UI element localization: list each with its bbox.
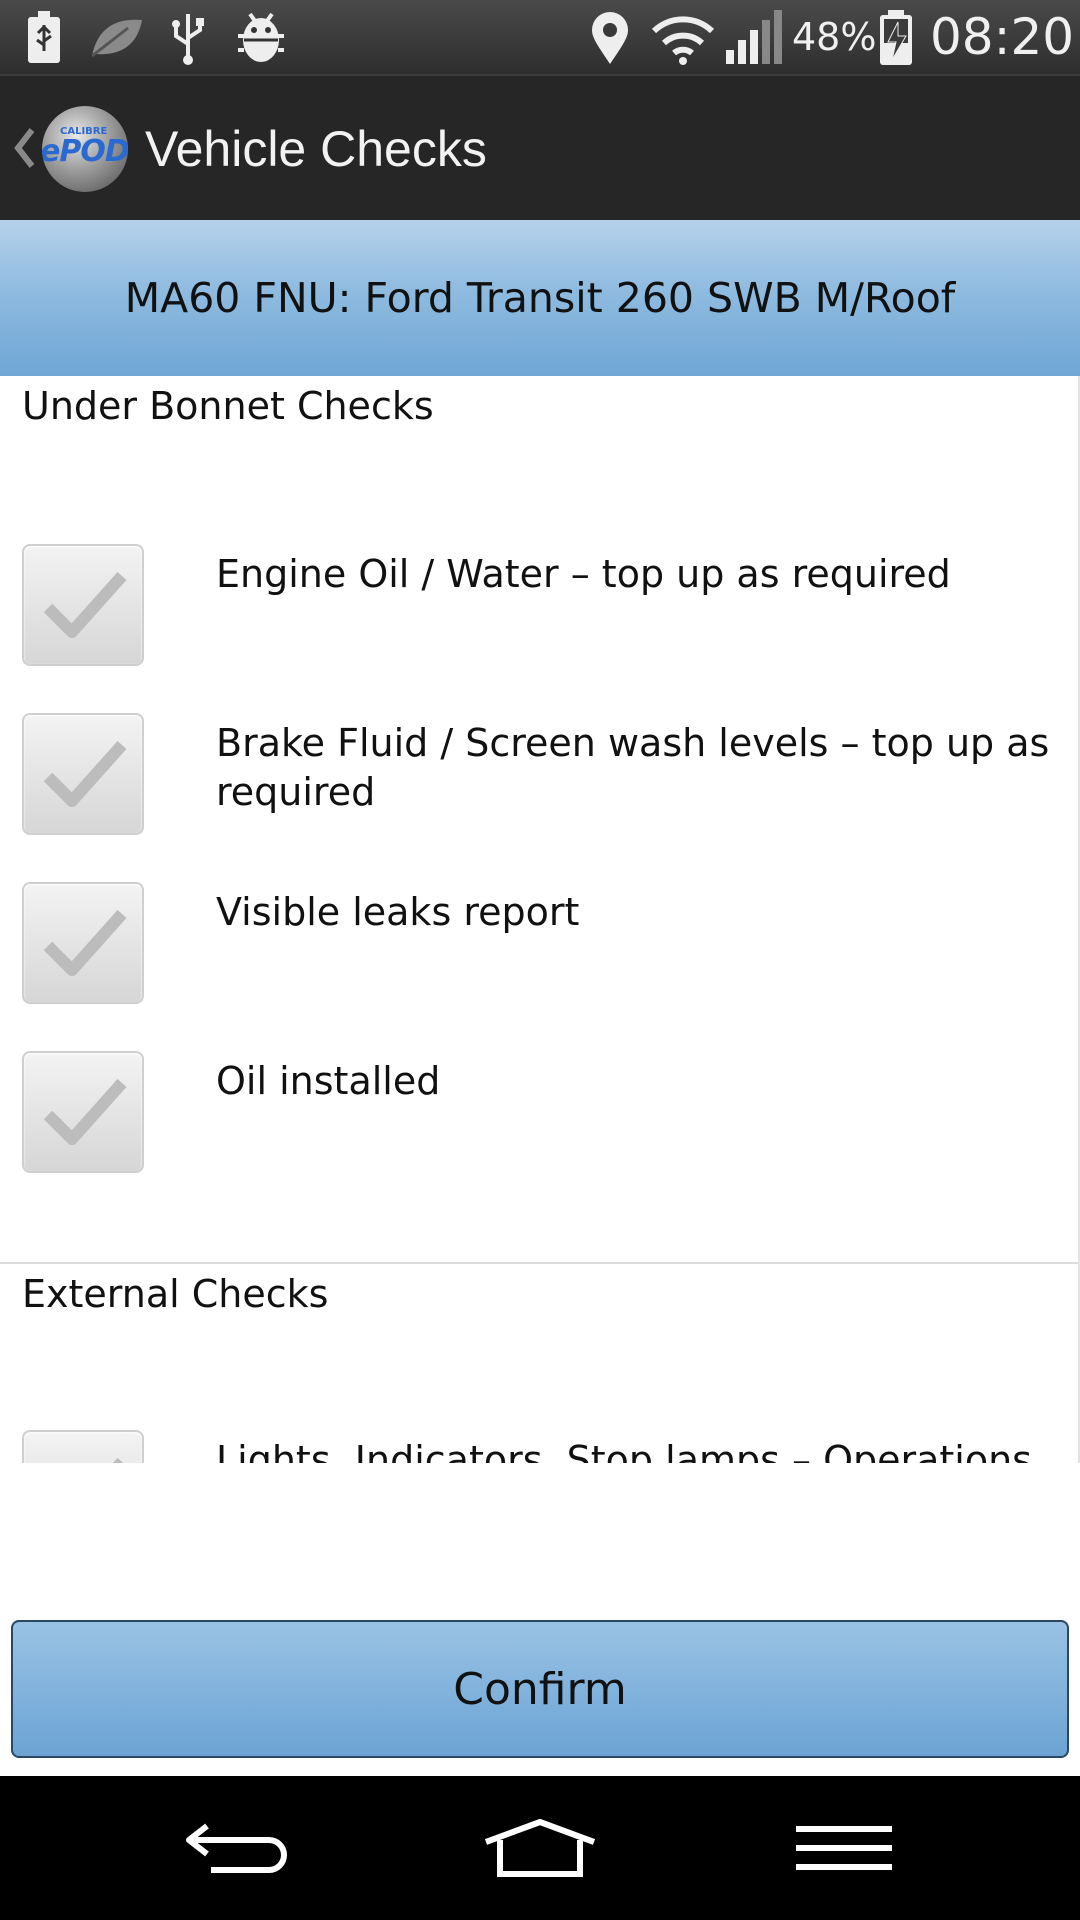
check-mark-icon [113, 1458, 124, 1463]
checks-list[interactable]: Under Bonnet Checks Engine Oil / Water –… [0, 376, 1080, 1463]
android-debug-icon [234, 10, 288, 66]
up-chevron-icon[interactable] [12, 126, 36, 174]
check-mark-icon [43, 1079, 127, 1145]
logo-text: ePOD [42, 134, 128, 169]
location-icon [590, 10, 630, 66]
battery-percent: 48% [792, 15, 877, 59]
vehicle-header: MA60 FNU: Ford Transit 260 SWB M/Roof [0, 220, 1080, 376]
signal-icon [724, 10, 782, 66]
back-icon[interactable] [168, 1812, 308, 1884]
usb-storage-icon [26, 10, 62, 66]
leaf-icon [88, 10, 144, 66]
check-item-label: Engine Oil / Water – top up as required [216, 552, 951, 596]
menu-icon[interactable] [774, 1812, 914, 1884]
check-mark-icon [43, 910, 127, 976]
navigation-bar [0, 1776, 1080, 1920]
checkbox[interactable] [22, 1051, 144, 1173]
section-title-under-bonnet: Under Bonnet Checks [22, 384, 434, 428]
wifi-icon [650, 10, 716, 66]
status-bar: 48% 08:20 [0, 0, 1080, 74]
confirm-button[interactable]: Confirm [11, 1620, 1069, 1758]
check-item-label: Visible leaks report [216, 890, 580, 934]
checkbox[interactable] [22, 882, 144, 1004]
usb-icon [168, 10, 208, 66]
check-item-label: Lights, Indicators, Stop lamps – Operati… [216, 1438, 1032, 1463]
check-mark-icon [43, 741, 127, 807]
page-title: Vehicle Checks [145, 121, 487, 177]
home-icon[interactable] [470, 1812, 610, 1884]
clock: 08:20 [930, 8, 1075, 66]
check-mark-icon [43, 572, 127, 638]
checkbox[interactable] [22, 1430, 144, 1463]
check-item-label: Oil installed [216, 1059, 441, 1103]
checkbox[interactable] [22, 713, 144, 835]
action-bar: CALIBRE ePOD Vehicle Checks [0, 74, 1080, 222]
section-title-external: External Checks [22, 1272, 329, 1316]
checkbox[interactable] [22, 544, 144, 666]
app-logo[interactable]: CALIBRE ePOD [42, 106, 128, 192]
check-item-label: Brake Fluid / Screen wash levels – top u… [216, 721, 1050, 814]
battery-charging-icon [878, 10, 914, 66]
